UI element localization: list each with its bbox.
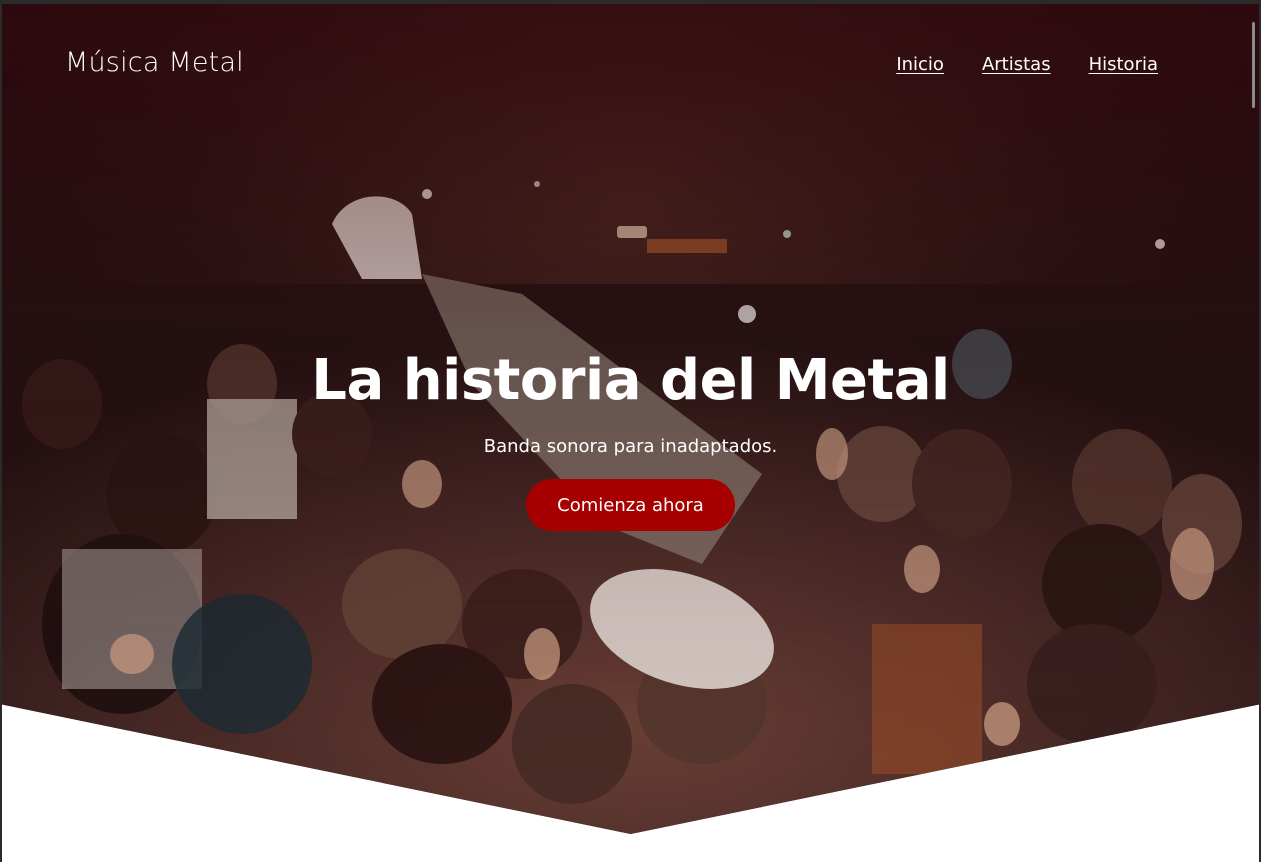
nav-link-inicio[interactable]: Inicio xyxy=(896,54,944,75)
hero-section xyxy=(2,4,1259,834)
nav-link-historia[interactable]: Historia xyxy=(1089,54,1158,75)
scrollbar-thumb[interactable] xyxy=(1252,22,1255,108)
start-now-button[interactable]: Comienza ahora xyxy=(526,479,735,531)
window-top-border xyxy=(0,0,1261,4)
window-left-border xyxy=(0,0,2,862)
browser-viewport: Música Metal Inicio Artistas Historia La… xyxy=(0,0,1261,862)
hero-subtitle: Banda sonora para inadaptados. xyxy=(483,436,778,457)
hero-tint-overlay xyxy=(2,4,1259,834)
site-logo[interactable]: Música Metal xyxy=(65,47,244,78)
hero-title: La historia del Metal xyxy=(311,348,950,413)
nav-link-artistas[interactable]: Artistas xyxy=(982,54,1051,75)
main-nav: Inicio Artistas Historia xyxy=(896,54,1158,75)
